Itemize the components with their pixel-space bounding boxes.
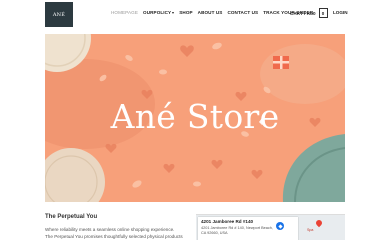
cart-link[interactable]: CART / RS0 0: [290, 8, 328, 18]
map-info-card: 4201 Jamboree Rd #140 4201 Jamboree Rd #…: [198, 217, 298, 240]
intro-text-line-2: The Perpetual You promises thoughtfully …: [45, 234, 183, 239]
cart-count-badge: 0: [318, 8, 328, 18]
nav-about-us[interactable]: ABOUT US: [198, 10, 223, 15]
login-link[interactable]: LOGIN: [333, 10, 348, 15]
nav-ourpolicy-label: OURPOLICY: [143, 10, 172, 15]
nav-homepage[interactable]: HOMEPAGE: [111, 10, 138, 15]
nav-contact-us[interactable]: CONTACT US: [227, 10, 258, 15]
location-map[interactable]: 4201 Jamboree Rd #140 4201 Jamboree Rd #…: [196, 214, 345, 240]
directions-icon[interactable]: [276, 222, 284, 230]
map-nearby-label: Spa: [307, 228, 314, 232]
cart-label: CART / RS0: [290, 10, 316, 16]
intro-text-line-1: Where reliability meets a seamless onlin…: [45, 227, 175, 232]
map-address: 4201 Jamboree Rd # 140, Newport Beach, C…: [201, 226, 273, 235]
nav-shop[interactable]: SHOP: [179, 10, 192, 15]
section-title: The Perpetual You: [45, 214, 98, 220]
hero-banner: Ané Store: [45, 34, 345, 202]
teal-plate: [282, 134, 345, 202]
map-pin-icon[interactable]: [314, 218, 324, 228]
hero-title: Ané Store: [110, 97, 280, 136]
nav-ourpolicy[interactable]: OURPOLICY: [143, 10, 175, 15]
chevron-down-icon: [172, 11, 175, 14]
main-nav: HOMEPAGE OURPOLICY SHOP ABOUT US CONTACT…: [111, 10, 313, 15]
site-header: ANÉ HOMEPAGE OURPOLICY SHOP ABOUT US CON…: [0, 0, 390, 28]
site-logo[interactable]: ANÉ: [45, 2, 73, 27]
logo-text: ANÉ: [52, 11, 66, 18]
